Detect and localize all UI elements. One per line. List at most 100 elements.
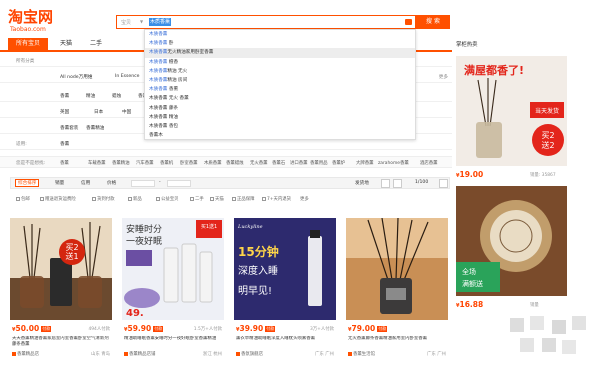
filter-option[interactable]: 中国	[122, 109, 131, 115]
more-options[interactable]: 更多	[300, 196, 309, 202]
suggestion-item[interactable]: 木质香薰精油 无火	[145, 67, 415, 76]
ad-price-2: ¥16.88	[456, 300, 484, 309]
svg-text:安睡时分: 安睡时分	[126, 223, 162, 235]
search-input[interactable]: 木质香薰	[149, 18, 172, 26]
suggestion-text: 香薰木	[149, 133, 163, 139]
suggestion-item[interactable]: 木质香薰	[145, 30, 415, 39]
option-checkbox[interactable]: 公益宝贝	[156, 196, 179, 202]
related-link[interactable]: 酒店香薰	[420, 160, 438, 166]
suggestion-item[interactable]: 木质香薰 香熏	[145, 85, 415, 94]
filter-option[interactable]: 香薰套装	[60, 125, 78, 131]
filter-option[interactable]: In Essence	[115, 74, 140, 79]
suggestion-item[interactable]: 木质香薰 檀香	[145, 58, 415, 67]
taobao-logo[interactable]: 淘宝网	[8, 10, 53, 25]
product-card[interactable]: 买2 送1 ¥50.00 付款 494人付款 天天香薰精油香薰家居室内室香薰卧室空…	[10, 218, 112, 363]
related-link[interactable]: 卧室香薰	[180, 160, 198, 166]
sort-price[interactable]: 价格	[107, 180, 116, 186]
suggestion-item[interactable]: 木质香薰 无火 香薰	[145, 94, 415, 103]
ad-badge-get: 送2	[541, 140, 554, 150]
tab-all-items[interactable]: 所有宝贝	[8, 38, 48, 50]
filter-option[interactable]: All node万用维	[60, 74, 92, 80]
sort-default[interactable]: 综合排序	[15, 179, 40, 187]
ad-card-image[interactable]: 买2 送2 当天发货 满屋都香了!	[456, 56, 567, 166]
price-min-input[interactable]	[131, 180, 155, 187]
related-link[interactable]: 汽车香薰	[136, 160, 154, 166]
related-link[interactable]: 香薰蜡烛	[226, 160, 244, 166]
option-checkbox[interactable]: 正品保障	[232, 196, 255, 202]
chevron-down-icon[interactable]: ▼	[140, 19, 143, 24]
suggestion-item[interactable]: 木质香薰 卧	[145, 39, 415, 48]
ad-sold-2: 销量	[530, 303, 539, 308]
suggestion-item[interactable]: 木质香薰 精油	[145, 113, 415, 122]
related-link[interactable]: 车载香薰	[88, 160, 106, 166]
product-card[interactable]: ¥79.00 付款 无火香薰藤条香薰精油家用室内卧室香薰 香薰生活馆 广东 广州	[346, 218, 448, 363]
product-title[interactable]: 精油助睡眠香薰安睡时分一夜好眠卧室香薰精油	[124, 336, 222, 348]
related-link[interactable]: zarahome香薰	[378, 160, 409, 166]
related-link[interactable]: 香薰精油	[112, 160, 130, 166]
related-link[interactable]: 香薰机	[160, 160, 173, 166]
product-title[interactable]: 天天香薰精油香薰家居室内室香薰卧室空气清新剂藤条香薰	[12, 336, 110, 348]
suggestion-item[interactable]: 木质香薰 藤条	[145, 104, 415, 113]
related-link[interactable]: 香薰用品	[310, 160, 328, 166]
product-shop[interactable]: 香氛旗舰店	[236, 351, 263, 357]
product-card[interactable]: 安睡时分 一夜好眠 买1送1 49. ¥59.90 付款 1.5万+人付款 精油助…	[122, 218, 224, 363]
option-checkbox[interactable]: 包邮	[16, 196, 30, 202]
price-max-input[interactable]	[167, 180, 191, 187]
shop-icon	[348, 352, 352, 356]
filter-option[interactable]: 日本	[94, 109, 103, 115]
ship-from-select[interactable]: 发货地	[355, 180, 369, 186]
tab-tmall[interactable]: 天猫	[52, 38, 80, 50]
product-price: ¥39.90 付款	[236, 324, 276, 333]
related-link[interactable]: 无火香薰	[250, 160, 268, 166]
related-link[interactable]: 香薰	[60, 160, 69, 166]
filter-option[interactable]: 精油	[86, 93, 95, 99]
ad-card-image-2[interactable]: 全场 满额送	[456, 186, 567, 296]
search-box[interactable]: 宝贝 ▼ 木质香薰	[116, 15, 416, 29]
sort-credit[interactable]: 信用	[81, 180, 90, 186]
filter-option[interactable]: 蜡烛	[112, 93, 121, 99]
next-page-button[interactable]	[439, 179, 448, 188]
related-link[interactable]: 进口香薰	[290, 160, 308, 166]
more-link[interactable]: 更多	[439, 74, 448, 80]
sort-sales[interactable]: 销量	[55, 180, 64, 186]
shop-icon	[12, 352, 16, 356]
suggestion-item[interactable]: 木质香薰精油 房间	[145, 76, 415, 85]
tab-second-hand[interactable]: 二手	[82, 38, 110, 50]
grid-view-icon[interactable]	[381, 179, 390, 188]
option-checkbox[interactable]: 二手	[190, 196, 204, 202]
product-title[interactable]: 薰衣草精油助睡眠深度入睡枕头喷雾香薰	[236, 336, 334, 348]
product-shop[interactable]: 香薰生活馆	[348, 351, 375, 357]
list-view-icon[interactable]	[393, 179, 402, 188]
product-card[interactable]: Luckyline 15分钟 深度入睡 明早见! ¥39.90 付款 3万+人付款…	[234, 218, 336, 363]
related-link[interactable]: 香薰炉	[332, 160, 345, 166]
filter-option[interactable]: 香薰	[60, 141, 69, 147]
related-link[interactable]: 木质香薰	[204, 160, 222, 166]
suggestion-item[interactable]: 香薰木	[145, 131, 415, 140]
product-title[interactable]: 无火香薰藤条香薰精油家用室内卧室香薰	[348, 336, 446, 348]
product-image[interactable]: Luckyline 15分钟 深度入睡 明早见!	[234, 218, 336, 320]
product-shop[interactable]: 香薰精品店	[12, 351, 39, 357]
product-image[interactable]: 安睡时分 一夜好眠 买1送1 49.	[122, 218, 224, 320]
search-type-select[interactable]: 宝贝	[121, 19, 131, 26]
option-checkbox[interactable]: 货到付款	[92, 196, 115, 202]
svg-text:买1送1: 买1送1	[201, 223, 217, 230]
filter-option[interactable]: 香薰	[60, 93, 69, 99]
product-image[interactable]	[346, 218, 448, 320]
camera-icon[interactable]	[405, 19, 412, 25]
filter-option[interactable]: 香薰精油	[86, 125, 104, 131]
product-shop[interactable]: 香薰精品店铺	[124, 351, 155, 357]
option-checkbox[interactable]: 天猫	[210, 196, 224, 202]
suggestion-item[interactable]: 木质香薰 香包	[145, 122, 415, 131]
option-checkbox[interactable]: 赠送退货运费险	[40, 196, 76, 202]
product-sold-count: 494人付款	[88, 327, 110, 332]
ad-headline: 满屋都香了!	[464, 63, 524, 77]
option-checkbox[interactable]: 新品	[128, 196, 142, 202]
related-link[interactable]: 香薰石	[272, 160, 285, 166]
page-indicator: 1/100	[415, 180, 429, 185]
option-checkbox[interactable]: 7+天内退货	[262, 196, 291, 202]
related-link[interactable]: 大牌香薰	[356, 160, 374, 166]
filter-option[interactable]: 英国	[60, 109, 69, 115]
search-button[interactable]: 搜 索	[416, 15, 450, 29]
suggestion-item[interactable]: 木质香薰无火精油家用卧室香薰	[145, 48, 415, 58]
product-image[interactable]: 买2 送1	[10, 218, 112, 320]
